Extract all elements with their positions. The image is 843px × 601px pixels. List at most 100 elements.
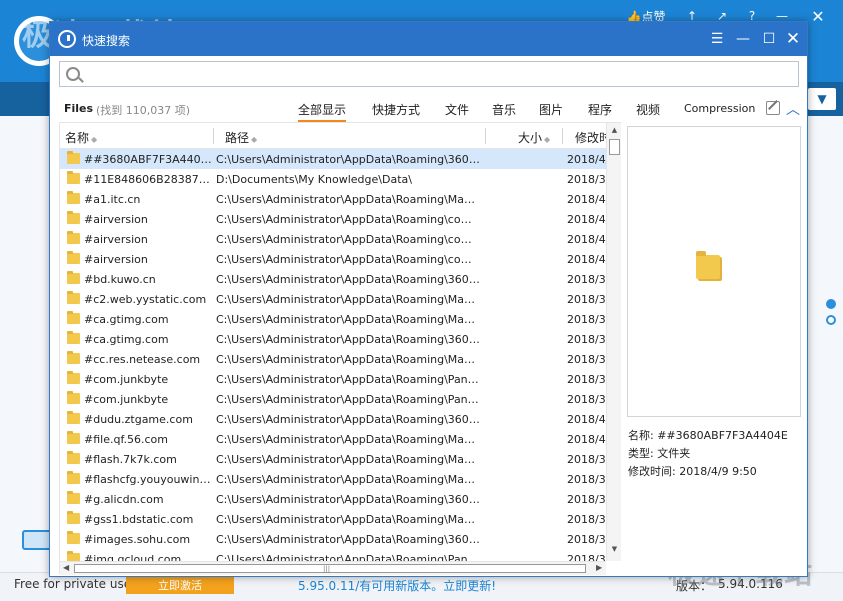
row-name: #airversion [84,253,148,266]
table-row[interactable]: #flashcfg.youyouwin.c... C:\Users\Adminis… [60,469,606,489]
minimize-button[interactable]: — [732,28,754,50]
column-size[interactable]: 大小 ◆ [518,129,550,146]
folder-icon [67,471,80,484]
row-path: C:\Users\Administrator\AppData\Roaming\M… [216,353,480,366]
tab-music[interactable]: 音乐 [492,101,516,118]
row-path: C:\Users\Administrator\AppData\Roaming\3… [216,333,480,346]
app-icon [58,30,76,48]
preview-panel [627,126,801,417]
scroll-up-icon[interactable]: ▲ [607,126,622,136]
row-name: #bd.kuwo.cn [84,273,156,286]
folder-icon [67,311,80,324]
table-row[interactable]: #c2.web.yystatic.com C:\Users\Administrat… [60,289,606,309]
tab-program[interactable]: 程序 [588,101,612,118]
collapse-icon[interactable]: ︿ [786,99,800,119]
folder-icon [67,191,80,204]
table-row[interactable]: #bd.kuwo.cn C:\Users\Administrator\AppDat… [60,269,606,289]
dropdown-button[interactable]: ▼ [808,88,836,110]
close-icon[interactable]: ✕ [808,6,828,26]
row-name: ##3680ABF7F3A4404E [84,153,212,166]
row-path: C:\Users\Administrator\AppData\Roaming\M… [216,473,480,486]
table-row[interactable]: #com.junkbyte C:\Users\Administrator\AppD… [60,369,606,389]
column-path[interactable]: 路径 ◆ [225,129,257,146]
table-row[interactable]: #ca.gtimg.com C:\Users\Administrator\AppD… [60,329,606,349]
horizontal-scrollbar[interactable]: ◀ ||| ▶ [60,561,606,575]
folder-icon [67,231,80,244]
scroll-right-icon[interactable]: ▶ [596,563,602,572]
table-row[interactable]: #ca.gtimg.com C:\Users\Administrator\AppD… [60,309,606,329]
scroll-thumb[interactable]: ||| [74,564,586,573]
column-header: 名称 ◆ 路径 ◆ 大小 ◆ 修改时 [60,123,611,149]
row-path: C:\Users\Administrator\AppData\Roaming\c… [216,213,480,226]
tab-image[interactable]: 图片 [539,101,563,118]
table-row[interactable]: #file.qf.56.com C:\Users\Administrator\Ap… [60,429,606,449]
tab-video[interactable]: 视频 [636,101,660,118]
row-date: 2018/4/ [567,233,606,246]
maximize-button[interactable]: ☐ [758,28,780,50]
row-name: #flashcfg.youyouwin.c... [84,473,212,486]
page-dot-active[interactable] [826,299,836,309]
row-path: C:\Users\Administrator\AppData\Roaming\3… [216,153,480,166]
menu-icon[interactable]: ☰ [706,28,728,50]
row-name: #ca.gtimg.com [84,333,169,346]
row-date: 2018/3/ [567,173,606,186]
table-row[interactable]: #airversion C:\Users\Administrator\AppDat… [60,229,606,249]
activate-button[interactable]: 立即激活 [126,576,234,594]
table-row[interactable]: #g.alicdn.com C:\Users\Administrator\AppD… [60,489,606,509]
table-row[interactable]: #images.sohu.com C:\Users\Administrator\A… [60,529,606,549]
folder-icon [67,351,80,364]
search-input[interactable] [86,65,786,83]
column-name-label: 名称 [65,131,90,145]
scroll-down-icon[interactable]: ▼ [607,545,622,555]
row-date: 2018/4/ [567,213,606,226]
folder-icon [67,291,80,304]
row-date: 2018/3/ [567,293,606,306]
page-dot[interactable] [826,315,836,325]
table-row[interactable]: #img.qcloud.com C:\Users\Administrator\Ap… [60,549,606,561]
title-bar[interactable]: 快速搜索 ☰ — ☐ ✕ [50,22,807,56]
row-path: C:\Users\Administrator\AppData\Roaming\M… [216,453,480,466]
row-path: C:\Users\Administrator\AppData\Roaming\P… [216,393,480,406]
tab-all[interactable]: 全部显示 [298,101,347,122]
table-row[interactable]: #flash.7k7k.com C:\Users\Administrator\Ap… [60,449,606,469]
table-row[interactable]: #11E848606B2838733... D:\Documents\My Kno… [60,169,606,189]
tab-shortcut[interactable]: 快捷方式 [372,101,420,118]
scroll-left-icon[interactable]: ◀ [63,563,69,572]
edit-icon[interactable] [766,101,780,115]
row-name: #airversion [84,213,148,226]
row-date: 2018/3/ [567,473,606,486]
tab-file[interactable]: 文件 [445,101,469,118]
folder-icon [67,171,80,184]
table-row[interactable]: #a1.itc.cn C:\Users\Administrator\AppData… [60,189,606,209]
row-name: #gss1.bdstatic.com [84,513,194,526]
row-date: 2018/3/ [567,333,606,346]
column-divider[interactable] [562,128,563,144]
result-count: (找到 110,037 项) [96,104,191,117]
row-path: C:\Users\Administrator\AppData\Roaming\P… [216,373,480,386]
sort-icon: ◆ [91,135,98,144]
table-row[interactable]: #com.junkbyte C:\Users\Administrator\AppD… [60,389,606,409]
row-name: #images.sohu.com [84,533,191,546]
column-divider[interactable] [485,128,486,144]
column-size-label: 大小 [518,131,543,145]
table-row[interactable]: ##3680ABF7F3A4404E C:\Users\Administrator… [60,149,606,169]
row-name: #11E848606B2838733... [84,173,212,186]
folder-icon [67,451,80,464]
column-divider[interactable] [213,128,214,144]
row-date: 2018/3/ [567,453,606,466]
column-name[interactable]: 名称 ◆ [65,129,97,146]
table-row[interactable]: #airversion C:\Users\Administrator\AppDat… [60,209,606,229]
vertical-scrollbar[interactable]: ▲ ▼ [606,123,621,561]
table-row[interactable]: #airversion C:\Users\Administrator\AppDat… [60,249,606,269]
search-box[interactable] [59,61,799,87]
close-button[interactable]: ✕ [782,28,804,50]
folder-icon [696,251,720,279]
card-icon[interactable] [22,530,52,550]
table-row[interactable]: #cc.res.netease.com C:\Users\Administrato… [60,349,606,369]
scroll-thumb[interactable] [609,139,620,155]
update-link[interactable]: 5.95.0.11/有可用新版本。立即更新! [298,577,496,594]
table-row[interactable]: #dudu.ztgame.com C:\Users\Administrator\A… [60,409,606,429]
tab-compression[interactable]: Compression [684,102,755,115]
row-date: 2018/3/ [567,533,606,546]
table-row[interactable]: #gss1.bdstatic.com C:\Users\Administrator… [60,509,606,529]
